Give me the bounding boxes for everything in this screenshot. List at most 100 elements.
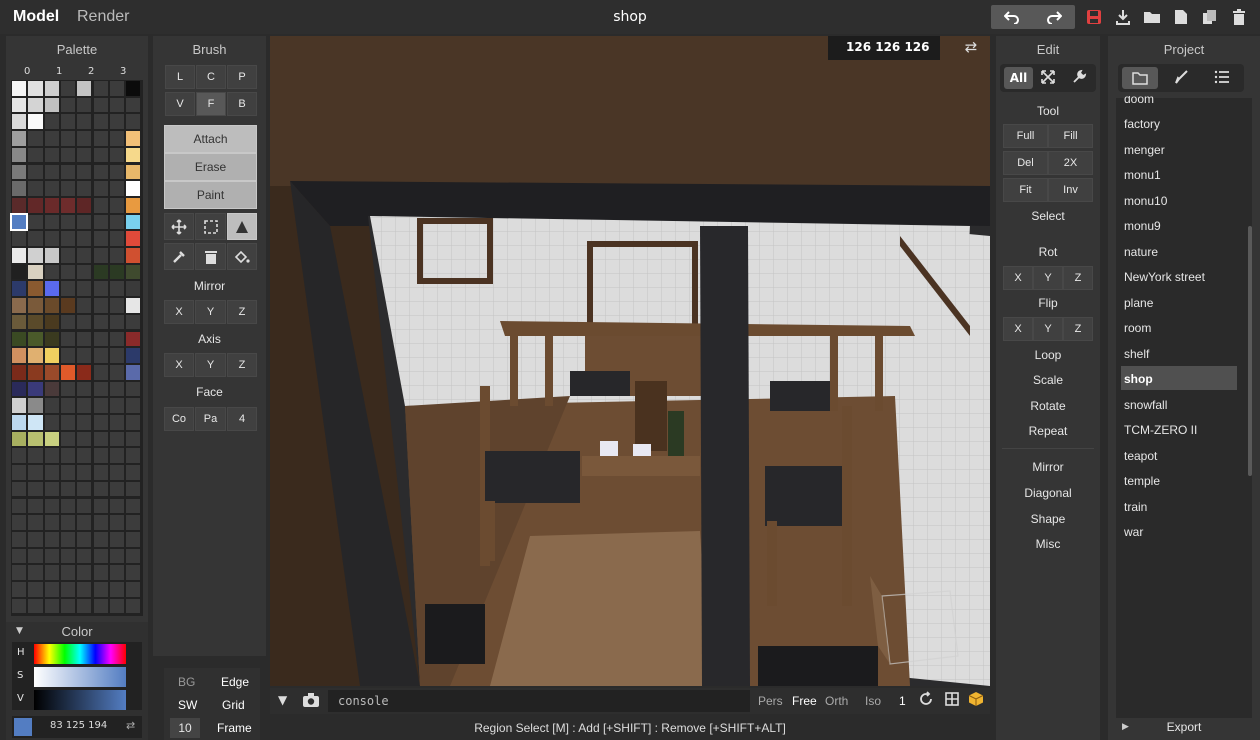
tool-2x-button[interactable]: 2X: [1048, 151, 1093, 175]
palette-swatch[interactable]: [109, 97, 125, 113]
palette-swatch[interactable]: [93, 415, 108, 430]
palette-swatch[interactable]: [77, 81, 92, 96]
palette-swatch[interactable]: [28, 498, 43, 514]
palette-swatch[interactable]: [126, 481, 141, 497]
palette-swatch[interactable]: [93, 598, 108, 614]
tool-full-button[interactable]: Full: [1003, 124, 1048, 148]
project-item[interactable]: monu1: [1121, 162, 1237, 186]
palette-swatch[interactable]: [12, 97, 27, 113]
palette-grid[interactable]: [9, 80, 143, 616]
camera-icon[interactable]: [302, 692, 322, 710]
palette-swatch[interactable]: [93, 214, 108, 230]
palette-swatch[interactable]: [77, 364, 92, 380]
project-item[interactable]: TCM-ZERO II: [1121, 417, 1237, 441]
palette-swatch[interactable]: [28, 465, 43, 480]
wrench-icon[interactable]: [1071, 69, 1089, 87]
palette-swatch[interactable]: [60, 314, 76, 330]
project-item[interactable]: shop: [1121, 366, 1237, 390]
palette-swatch[interactable]: [44, 81, 59, 96]
console-input[interactable]: console: [328, 690, 750, 712]
palette-swatch[interactable]: [60, 431, 76, 447]
cube-icon[interactable]: [968, 691, 986, 709]
palette-swatch[interactable]: [126, 197, 141, 213]
palette-swatch[interactable]: [12, 565, 27, 580]
camera-pers[interactable]: Pers: [758, 694, 783, 708]
palette-swatch[interactable]: [77, 448, 92, 464]
palette-swatch[interactable]: [77, 531, 92, 547]
shape-item[interactable]: Shape: [996, 512, 1100, 526]
download-icon[interactable]: [1110, 6, 1136, 28]
palette-swatch[interactable]: [28, 598, 43, 614]
palette-swatch[interactable]: [12, 314, 27, 330]
palette-swatch[interactable]: [44, 97, 59, 113]
grid-toggle[interactable]: Grid: [222, 698, 245, 712]
palette-swatch[interactable]: [77, 281, 92, 297]
palette-swatch[interactable]: [28, 381, 43, 397]
flip-x-button[interactable]: X: [1003, 317, 1033, 341]
palette-swatch[interactable]: [60, 181, 76, 196]
palette-swatch[interactable]: [126, 331, 141, 347]
brush-tab-icon[interactable]: [1173, 69, 1191, 87]
save-icon[interactable]: [1081, 6, 1107, 28]
palette-swatch[interactable]: [77, 381, 92, 397]
scene-render[interactable]: [270, 36, 990, 686]
eyedropper-icon[interactable]: [164, 243, 194, 270]
palette-swatch[interactable]: [93, 381, 108, 397]
palette-swatch[interactable]: [12, 131, 27, 146]
edit-all-button[interactable]: All: [1004, 67, 1033, 89]
palette-swatch[interactable]: [44, 214, 59, 230]
palette-swatch[interactable]: [93, 197, 108, 213]
palette-swatch[interactable]: [77, 147, 92, 163]
palette-swatch[interactable]: [28, 431, 43, 447]
palette-swatch[interactable]: [60, 481, 76, 497]
palette-swatch[interactable]: [126, 398, 141, 413]
face-pa-button[interactable]: Pa: [195, 407, 226, 431]
project-item[interactable]: shelf: [1121, 341, 1237, 365]
palette-swatch[interactable]: [93, 281, 108, 297]
mirror-item[interactable]: Mirror: [996, 460, 1100, 474]
palette-swatch[interactable]: [109, 147, 125, 163]
palette-swatch[interactable]: [77, 515, 92, 530]
project-item[interactable]: teapot: [1121, 443, 1237, 467]
palette-swatch[interactable]: [60, 415, 76, 430]
brush-p-button[interactable]: P: [227, 65, 257, 89]
palette-swatch[interactable]: [12, 498, 27, 514]
palette-swatch[interactable]: [93, 364, 108, 380]
saturation-slider[interactable]: [34, 667, 126, 687]
palette-swatch[interactable]: [93, 264, 108, 280]
palette-swatch[interactable]: [28, 448, 43, 464]
palette-swatch[interactable]: [60, 498, 76, 514]
palette-swatch[interactable]: [93, 531, 108, 547]
palette-swatch[interactable]: [109, 298, 125, 313]
mirror-x-button[interactable]: X: [164, 300, 194, 324]
palette-swatch[interactable]: [60, 197, 76, 213]
palette-swatch[interactable]: [109, 231, 125, 246]
palette-swatch[interactable]: [109, 214, 125, 230]
palette-swatch[interactable]: [93, 114, 108, 130]
rotate-item[interactable]: Rotate: [996, 399, 1100, 413]
palette-swatch[interactable]: [93, 97, 108, 113]
palette-swatch[interactable]: [93, 515, 108, 530]
reset-view-icon[interactable]: [918, 691, 936, 709]
palette-swatch[interactable]: [60, 381, 76, 397]
palette-swatch[interactable]: [77, 565, 92, 580]
palette-swatch[interactable]: [126, 548, 141, 564]
undo-icon[interactable]: [999, 6, 1025, 28]
palette-swatch[interactable]: [44, 565, 59, 580]
palette-swatch[interactable]: [44, 381, 59, 397]
palette-swatch[interactable]: [126, 314, 141, 330]
palette-swatch[interactable]: [12, 181, 27, 196]
palette-swatch[interactable]: [12, 248, 27, 263]
palette-swatch[interactable]: [44, 164, 59, 180]
palette-swatch[interactable]: [60, 281, 76, 297]
palette-swatch[interactable]: [44, 264, 59, 280]
project-item[interactable]: factory: [1121, 111, 1237, 135]
misc-item[interactable]: Misc: [996, 537, 1100, 551]
swap-arrows-icon[interactable]: ⇄: [960, 38, 982, 58]
palette-swatch[interactable]: [12, 598, 27, 614]
palette-swatch[interactable]: [44, 114, 59, 130]
palette-swatch[interactable]: [77, 164, 92, 180]
palette-swatch[interactable]: [12, 298, 27, 313]
palette-swatch[interactable]: [93, 314, 108, 330]
palette-swatch[interactable]: [126, 598, 141, 614]
